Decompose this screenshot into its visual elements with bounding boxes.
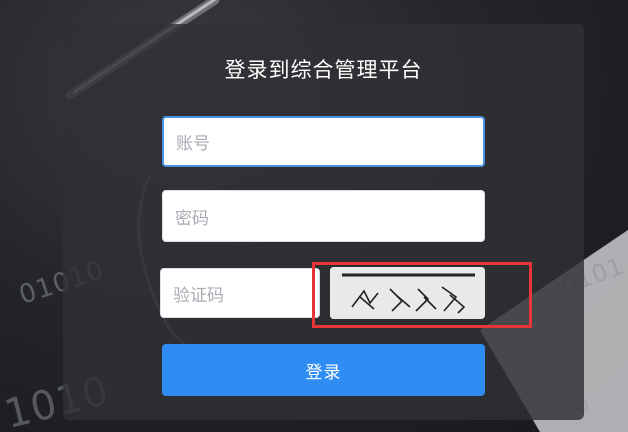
- login-button[interactable]: 登录: [162, 344, 485, 396]
- login-panel: 登录到综合管理平台 账号 密码 验证码 登录: [63, 24, 584, 420]
- login-title: 登录到综合管理平台: [224, 58, 423, 82]
- captcha-placeholder: 验证码: [173, 285, 224, 306]
- captcha-input[interactable]: 验证码: [160, 268, 320, 318]
- password-placeholder: 密码: [175, 208, 209, 229]
- password-input[interactable]: 密码: [162, 190, 485, 242]
- account-input[interactable]: 账号: [162, 116, 485, 167]
- account-placeholder: 账号: [176, 134, 210, 154]
- captcha-highlight-box: [312, 262, 532, 328]
